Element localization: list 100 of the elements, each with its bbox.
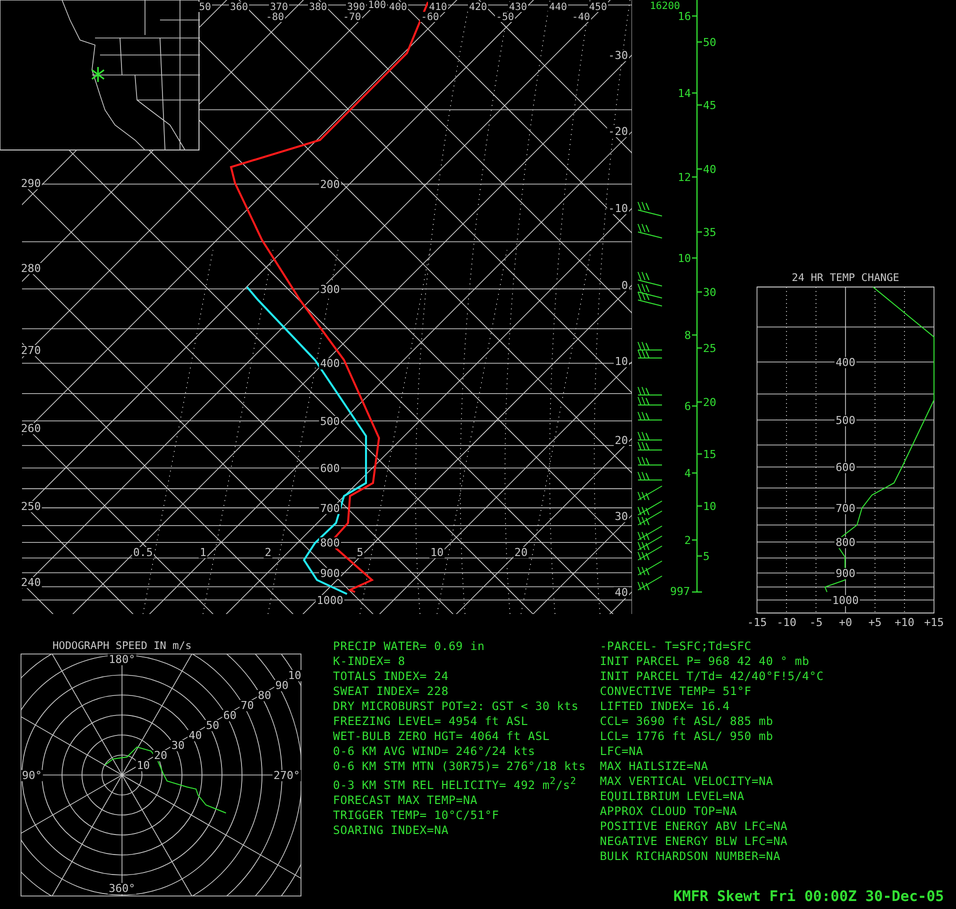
axis-label: 20: [513, 546, 529, 559]
index-text: TOTALS INDEX= 24: [333, 669, 450, 684]
axis-label: 180°: [108, 653, 136, 666]
axis-label: 90°: [21, 769, 43, 782]
axis-label: 45: [703, 99, 716, 112]
axis-label: 60: [222, 709, 238, 722]
axis-label: -30: [607, 49, 629, 62]
axis-label: 10: [136, 759, 151, 772]
parcel-text: LFC=NA: [600, 744, 644, 759]
axis-label: 50: [198, 2, 212, 13]
parcel-text: CONVECTIVE TEMP= 51°F: [600, 684, 753, 699]
axis-label: 50: [204, 719, 220, 732]
axis-label: 2: [264, 546, 272, 559]
axis-label: 900: [319, 566, 341, 580]
index-text: FORECAST MAX TEMP=NA: [333, 792, 478, 808]
index-text: DRY MICROBURST POT=2: GST < 30 kts: [333, 699, 580, 714]
axis-label: 270°: [272, 769, 301, 782]
index-text: SWEAT INDEX= 228: [333, 684, 450, 699]
index-text: 0-6 KM AVG WIND= 246°/24 kts: [333, 744, 536, 759]
axis-label: 20: [614, 434, 629, 447]
axis-label: 40: [614, 586, 629, 599]
index-text: 0-3 KM STM REL HELICITY= 492 m$^{2}$/s$^{2}$: [333, 775, 578, 793]
axis-label: 430: [508, 2, 528, 13]
index-text: SOARING INDEX=NA: [333, 822, 450, 838]
axis-label: 400: [319, 357, 341, 370]
axis-label: 800: [319, 536, 341, 550]
axis-label: 10: [703, 500, 716, 513]
axis-label: 16: [678, 10, 691, 23]
axis-label: 5: [703, 550, 710, 563]
index-text: TRIGGER TEMP= 10°C/51°F: [333, 808, 500, 823]
axis-label: 200: [319, 178, 341, 192]
axis-label: 800: [834, 536, 856, 549]
axis-label: 14: [678, 87, 691, 100]
parcel-text: LCL= 1776 ft ASL/ 950 mb: [600, 729, 774, 744]
axis-label: 260: [20, 422, 42, 435]
index-text: 0-6 KM STM MTN (30R75)= 276°/18 kts: [333, 759, 586, 774]
axis-label: 600: [834, 461, 856, 474]
index-text: K-INDEX= 8: [333, 654, 406, 669]
chart-title: HODOGRAPH SPEED IN m/s: [52, 640, 192, 652]
axis-label: 1: [198, 546, 208, 559]
axis-label: 370: [268, 2, 290, 13]
index-text: PRECIP WATER= 0.69 in: [333, 639, 486, 654]
axis-label: +5: [868, 616, 882, 629]
axis-label: 380: [308, 2, 328, 13]
axis-label: 0: [620, 279, 629, 292]
parcel-text: MAX HAILSIZE=NA: [600, 759, 710, 774]
axis-label: 400: [388, 2, 408, 13]
parcel-text: -PARCEL- T=SFC;Td=SFC: [600, 639, 753, 654]
axis-label: 1000: [316, 594, 344, 607]
axis-label: 440: [548, 2, 568, 13]
axis-label: 600: [319, 462, 341, 475]
axis-label: 35: [703, 226, 716, 239]
parcel-text: POSITIVE ENERGY ABV LFC=NA: [600, 819, 789, 834]
parcel-text: NEGATIVE ENERGY BLW LFC=NA: [600, 834, 789, 849]
axis-label: 2: [684, 534, 691, 547]
axis-label: -15: [747, 616, 767, 629]
chart-title: 24 HR TEMP CHANGE: [792, 272, 900, 284]
axis-label: 900: [834, 567, 856, 580]
axis-label: -10: [776, 616, 796, 629]
axis-label: 90: [274, 679, 290, 692]
parcel-text: CCL= 3690 ft ASL/ 885 mb: [600, 714, 774, 729]
axis-label: 50: [703, 36, 716, 49]
parcel-text: INIT PARCEL T/Td= 42/40°F!5/4°C: [600, 669, 824, 684]
axis-label: -5: [809, 616, 823, 629]
axis-label: 12: [678, 171, 691, 184]
axis-label: 10: [287, 669, 302, 682]
axis-label: 25: [703, 342, 716, 355]
axis-label: 80: [256, 689, 272, 702]
axis-label: 100: [366, 0, 388, 11]
axis-label: -60: [420, 12, 440, 23]
axis-label: 280: [20, 262, 42, 275]
axis-label: -40: [570, 12, 592, 23]
axis-label: 420: [468, 2, 488, 13]
axis-label: -10: [607, 202, 629, 215]
axis-label: 360°: [108, 882, 136, 895]
axis-label: -50: [494, 12, 516, 23]
axis-label: 360: [228, 2, 250, 13]
axis-label: 270: [20, 344, 42, 357]
parcel-text: EQUILIBRIUM LEVEL=NA: [600, 789, 746, 804]
axis-label: 390: [346, 2, 366, 13]
axis-label: 400: [834, 356, 856, 369]
axis-label: 290: [20, 177, 42, 190]
axis-label: 20: [703, 396, 716, 409]
axis-label: 10: [678, 252, 691, 265]
axis-label: 20: [153, 749, 168, 762]
axis-label: 6: [684, 400, 691, 413]
axis-label: 0.5: [132, 546, 154, 559]
axis-label: +10: [894, 616, 914, 629]
parcel-text: LIFTED INDEX= 16.4: [600, 699, 731, 714]
axis-label: 40: [703, 163, 716, 176]
axis-label: 500: [834, 414, 856, 427]
axis-label: 16200: [650, 1, 680, 12]
axis-label: 4: [684, 467, 691, 480]
axis-label: 10: [614, 355, 629, 368]
parcel-text: INIT PARCEL P= 968 42 40 ° mb: [600, 654, 810, 669]
axis-label: +0: [838, 616, 852, 629]
axis-label: 5: [356, 546, 364, 559]
axis-label: 30: [170, 739, 186, 752]
axis-label: -70: [342, 12, 362, 23]
parcel-text: BULK RICHARDSON NUMBER=NA: [600, 849, 782, 864]
